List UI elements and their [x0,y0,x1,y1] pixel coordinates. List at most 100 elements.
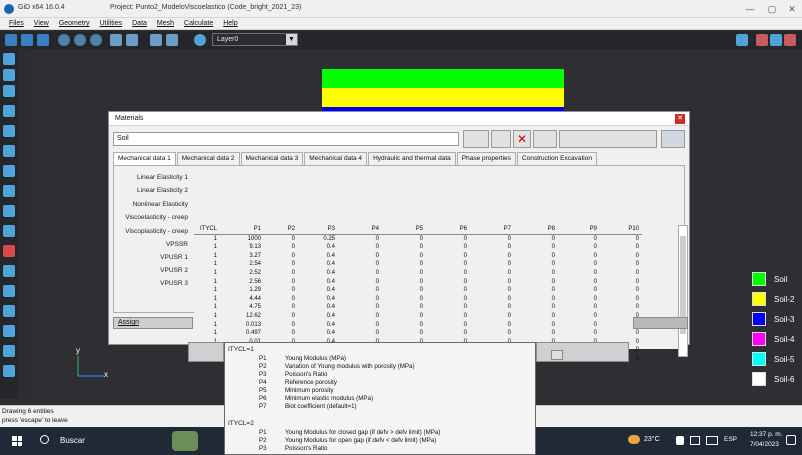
menu-files[interactable]: Files [4,18,29,29]
battery-icon[interactable] [706,436,718,445]
tab-mechanical-data-3[interactable]: Mechanical data 3 [240,152,304,165]
line-icon[interactable] [3,69,15,81]
table-cell[interactable]: 0 [558,329,600,338]
table-cell[interactable]: 1 [194,303,220,312]
news-widget-icon[interactable] [172,431,198,451]
table-cell[interactable]: 12.62 [220,312,264,321]
table-cell[interactable]: 0.4 [298,321,338,330]
table-cell[interactable]: 2.52 [220,269,264,278]
table-row[interactable]: 1 4.75 0 0.4 0 0 0 0 0 0 0 [194,303,642,312]
table-cell[interactable]: 0 [514,252,558,261]
new-material-icon[interactable] [491,130,511,148]
table-cell[interactable]: 0.4 [298,312,338,321]
zoom-frame-icon[interactable] [90,34,102,46]
new-file-icon[interactable] [5,34,17,46]
table-cell[interactable]: 0 [338,260,382,269]
table-cell[interactable]: 0 [514,321,558,330]
zoom-out-icon[interactable] [74,34,86,46]
table-cell[interactable]: 0.497 [220,329,264,338]
table-cell[interactable]: 0 [338,321,382,330]
table-cell[interactable]: 0 [382,321,426,330]
table-cell[interactable]: 0 [600,252,642,261]
table-cell[interactable]: 1 [194,295,220,304]
intersection-icon[interactable] [3,265,15,277]
table-cell[interactable]: 0 [426,269,470,278]
tab-mechanical-data-4[interactable]: Mechanical data 4 [304,152,368,165]
table-cell[interactable]: 0 [426,295,470,304]
layer-select[interactable]: Layer0 ▼ [212,33,298,46]
table-row[interactable]: 1 0.497 0 0.4 0 0 0 0 0 0 0 [194,329,642,338]
table-cell[interactable]: 0 [558,243,600,252]
table-row[interactable]: 10.01300.40000000 [194,321,642,330]
table-cell[interactable]: 9.13 [220,243,264,252]
volume-icon[interactable] [3,185,15,197]
table-cell[interactable]: 0 [264,312,298,321]
table-row[interactable]: 1 12.62 0 0.4 0 0 0 0 0 0 0 [194,312,642,321]
table-row[interactable]: 1 2.56 0 0.4 0 0 0 0 0 0 0 [194,278,642,287]
menu-geometry[interactable]: Geometry [54,18,95,29]
network-icon[interactable] [676,436,684,445]
table-cell[interactable]: 0 [558,260,600,269]
table-cell[interactable]: 0 [514,234,558,243]
close-dialog-button[interactable]: ✕ [675,114,685,124]
table-cell[interactable]: 0 [600,234,642,243]
table-row[interactable]: 1 1000 0 0.25 0 0 0 0 0 0 0 [194,234,642,243]
tab-mechanical-data-1[interactable]: Mechanical data 1 [113,152,176,165]
table-row[interactable]: 1 2.54 0 0.4 0 0 0 0 0 0 0 [194,260,642,269]
table-cell[interactable]: 0 [264,286,298,295]
table-cell[interactable]: 0 [338,243,382,252]
table-cell[interactable]: 0 [426,260,470,269]
save-file-icon[interactable] [37,34,49,46]
tab-phase-properties[interactable]: Phase properties [456,152,516,165]
table-cell[interactable]: 0 [514,243,558,252]
table-cell[interactable]: 0 [382,260,426,269]
table-cell[interactable]: 0 [514,312,558,321]
more-options-icon[interactable] [661,130,685,148]
table-cell[interactable]: 0 [514,260,558,269]
table-cell[interactable]: 0.4 [298,269,338,278]
menu-data[interactable]: Data [127,18,152,29]
table-cell[interactable]: 1 [194,243,220,252]
table-cell[interactable]: 0 [558,252,600,261]
table-cell[interactable]: 0 [470,295,514,304]
table-cell[interactable]: 0 [600,329,642,338]
table-cell[interactable]: 0 [426,252,470,261]
table-cell[interactable]: 0 [600,243,642,252]
table-cell[interactable]: 3.27 [220,252,264,261]
table-cell[interactable]: 0 [264,260,298,269]
table-cell[interactable]: 0 [514,303,558,312]
table-cell[interactable]: 0 [382,329,426,338]
menu-help[interactable]: Help [218,18,242,29]
table-cell[interactable]: 0 [558,269,600,278]
table-cell[interactable]: 0 [558,286,600,295]
table-cell[interactable]: 0 [600,278,642,287]
layers-icon[interactable] [166,34,178,46]
table-cell[interactable]: 0 [382,252,426,261]
table-cell[interactable]: 1 [194,278,220,287]
table-cell[interactable]: 0 [338,286,382,295]
list-entities-icon[interactable] [3,345,15,357]
table-cell[interactable]: 1 [194,269,220,278]
table-row[interactable]: 1 9.13 0 0.4 0 0 0 0 0 0 0 [194,243,642,252]
table-cell[interactable]: 0 [470,260,514,269]
measure-icon[interactable] [3,325,15,337]
menu-mesh[interactable]: Mesh [152,18,179,29]
table-cell[interactable]: 1 [194,286,220,295]
table-cell[interactable]: 0 [338,329,382,338]
table-cell[interactable]: 0 [558,312,600,321]
table-cell[interactable]: 0 [382,303,426,312]
table-cell[interactable]: 0 [382,286,426,295]
table-cell[interactable]: 0 [558,234,600,243]
table-row[interactable]: 1 2.52 0 0.4 0 0 0 0 0 0 0 [194,269,642,278]
table-row[interactable]: 1 1.29 0 0.4 0 0 0 0 0 0 0 [194,286,642,295]
draw-material-icon[interactable] [559,130,657,148]
table-cell[interactable]: 0 [264,329,298,338]
table-cell[interactable]: 0 [338,252,382,261]
table-cell[interactable]: 0 [382,312,426,321]
table-cell[interactable]: 4.44 [220,295,264,304]
render-icon[interactable] [110,34,122,46]
material-select[interactable]: Soil [113,132,459,146]
clock-time[interactable]: 12:37 p. m. [750,431,783,438]
table-cell[interactable]: 0 [426,329,470,338]
table-cell[interactable]: 0 [600,286,642,295]
